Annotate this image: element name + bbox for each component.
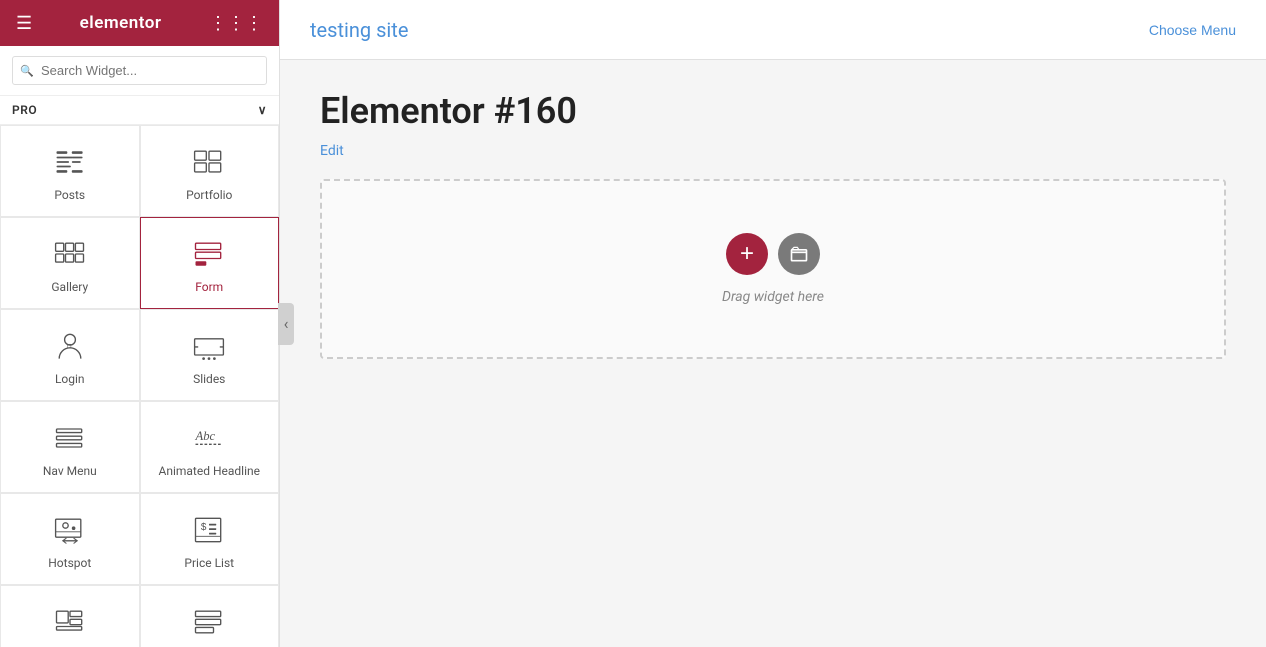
- widget-11[interactable]: [0, 585, 140, 647]
- pro-label: PRO: [12, 103, 37, 117]
- edit-link[interactable]: Edit: [320, 143, 344, 159]
- svg-text:$: $: [201, 522, 207, 533]
- widget-hotspot[interactable]: Hotspot: [0, 493, 140, 585]
- widget-posts[interactable]: Posts: [0, 125, 140, 217]
- widget-animated-headline[interactable]: Abc Animated Headline: [140, 401, 280, 493]
- widget-slides[interactable]: Slides: [140, 309, 280, 401]
- gallery-label: Gallery: [51, 280, 88, 294]
- drop-zone-buttons: +: [726, 233, 820, 275]
- posts-icon: [52, 144, 88, 180]
- drop-zone: + Drag widget here: [320, 179, 1226, 359]
- sidebar: ☰ elementor ⋮⋮⋮ PRO ∨ Posts: [0, 0, 280, 647]
- widget-form[interactable]: Form: [140, 217, 280, 309]
- login-label: Login: [55, 372, 85, 386]
- main-canvas: testing site Choose Menu Elementor #160 …: [280, 0, 1266, 647]
- widget-11-icon: [52, 604, 88, 640]
- collapse-sidebar-handle[interactable]: [278, 303, 294, 345]
- search-input[interactable]: [12, 56, 267, 85]
- widget-12-icon: [191, 604, 227, 640]
- widget-folder-button[interactable]: [778, 233, 820, 275]
- add-widget-button[interactable]: +: [726, 233, 768, 275]
- widget-grid: Posts Portfolio Gallery: [0, 125, 279, 647]
- svg-text:Abc: Abc: [195, 429, 216, 443]
- nav-menu-icon: [52, 420, 88, 456]
- grid-icon[interactable]: ⋮⋮⋮: [209, 13, 263, 34]
- form-icon: [191, 236, 227, 272]
- site-title: testing site: [310, 18, 408, 42]
- chevron-down-icon[interactable]: ∨: [258, 103, 267, 117]
- form-label: Form: [195, 280, 223, 294]
- posts-label: Posts: [54, 188, 85, 202]
- animated-headline-label: Animated Headline: [158, 464, 260, 478]
- choose-menu-button[interactable]: Choose Menu: [1149, 22, 1236, 38]
- gallery-icon: [52, 236, 88, 272]
- page-heading: Elementor #160: [320, 90, 1226, 132]
- drag-widget-text: Drag widget here: [722, 289, 824, 305]
- portfolio-icon: [191, 144, 227, 180]
- animated-headline-icon: Abc: [191, 420, 227, 456]
- hamburger-icon[interactable]: ☰: [16, 13, 32, 34]
- pro-section: PRO ∨: [0, 96, 279, 125]
- sidebar-header: ☰ elementor ⋮⋮⋮: [0, 0, 279, 46]
- search-bar: [0, 46, 279, 96]
- top-bar: testing site Choose Menu: [280, 0, 1266, 60]
- canvas-area: Elementor #160 Edit + Drag widget here: [280, 60, 1266, 647]
- login-icon: [52, 328, 88, 364]
- slides-label: Slides: [193, 372, 225, 386]
- sidebar-logo: elementor: [80, 13, 162, 33]
- widget-gallery[interactable]: Gallery: [0, 217, 140, 309]
- page-title-area: Elementor #160 Edit: [320, 90, 1226, 159]
- hotspot-icon: [52, 512, 88, 548]
- widget-12[interactable]: [140, 585, 280, 647]
- folder-icon: [789, 244, 809, 264]
- price-list-icon: $: [191, 512, 227, 548]
- price-list-label: Price List: [184, 556, 234, 570]
- hotspot-label: Hotspot: [48, 556, 91, 570]
- widget-portfolio[interactable]: Portfolio: [140, 125, 280, 217]
- portfolio-label: Portfolio: [186, 188, 232, 202]
- widget-price-list[interactable]: $ Price List: [140, 493, 280, 585]
- widget-login[interactable]: Login: [0, 309, 140, 401]
- slides-icon: [191, 328, 227, 364]
- widget-nav-menu[interactable]: Nav Menu: [0, 401, 140, 493]
- nav-menu-label: Nav Menu: [43, 464, 97, 478]
